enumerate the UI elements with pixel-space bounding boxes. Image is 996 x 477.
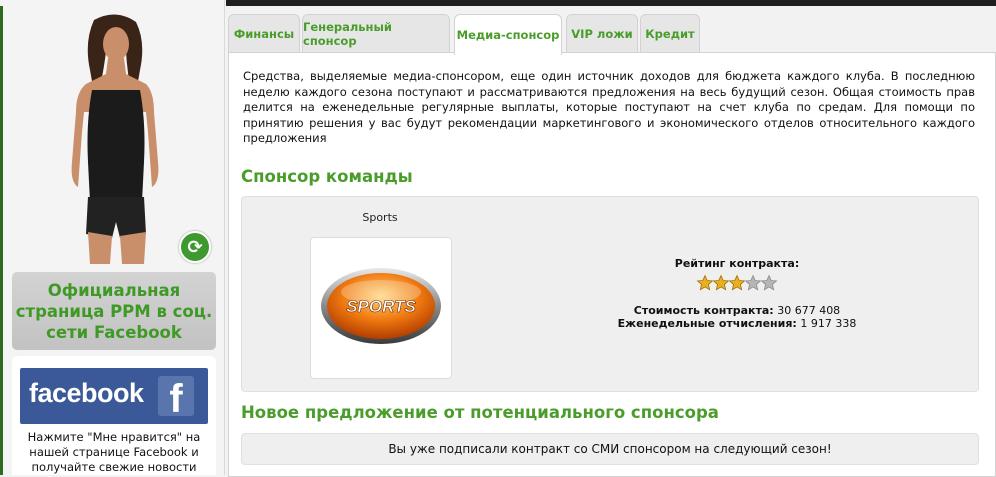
intro-text: Средства, выделяемые медиа-спонсором, ещ… — [243, 69, 975, 145]
tab-general-sponsor[interactable]: Генеральный спонсор — [302, 14, 450, 53]
offer-notice: Вы уже подписали контракт со СМИ спонсор… — [241, 433, 979, 465]
sponsor-logo-box: SPORTS — [310, 237, 452, 379]
cost-row: Стоимость контракта: 30 677 408 — [572, 304, 902, 317]
sports-logo-icon: SPORTS — [321, 268, 441, 344]
tab-media-sponsor[interactable]: Медиа-спонсор — [454, 14, 562, 55]
sponsor-section-title: Спонсор команды — [241, 167, 413, 186]
facebook-logo-text: facebook — [29, 378, 144, 408]
manager-photo — [71, 14, 159, 264]
rating-stars — [572, 274, 902, 292]
offer-section-title: Новое предложение от потенциального спон… — [241, 403, 719, 422]
facebook-f-icon: f — [158, 376, 194, 421]
tab-finances[interactable]: Финансы — [228, 14, 300, 53]
star-empty-icon — [760, 274, 778, 291]
rating-label: Рейтинг контракта: — [674, 257, 800, 270]
weekly-value: 1 917 338 — [800, 317, 857, 330]
sidebar: ⟳ Официальная страница РРМ в соц. сети F… — [0, 0, 226, 475]
tab-credit[interactable]: Кредит — [640, 14, 700, 53]
cost-label: Стоимость контракта: — [633, 304, 774, 317]
facebook-widget: facebook f Нажмите "Мне нравится" на наш… — [12, 356, 216, 475]
contract-stats: Рейтинг контракта: Стоимость контракта: … — [572, 257, 902, 330]
sponsor-logo-text: SPORTS — [346, 297, 416, 316]
cost-value: 30 677 408 — [777, 304, 841, 317]
tab-vip-boxes[interactable]: VIP ложи — [566, 14, 638, 53]
facebook-official-link[interactable]: Официальная страница РРМ в соц. сети Fac… — [12, 272, 216, 350]
tab-content: Средства, выделяемые медиа-спонсором, ещ… — [228, 52, 996, 477]
weekly-label: Еженедельные отчисления: — [617, 317, 797, 330]
sponsor-panel: Sports SPORTS Рейтинг контракта: Стоимос… — [241, 196, 979, 392]
refresh-icon[interactable]: ⟳ — [179, 231, 211, 263]
facebook-logo-button[interactable]: facebook f — [20, 368, 208, 424]
sponsor-name: Sports — [362, 211, 398, 224]
main-area: Финансы Генеральный спонсор Медиа-спонсо… — [228, 6, 996, 477]
sidebar-accent — [0, 6, 3, 475]
weekly-row: Еженедельные отчисления: 1 917 338 — [572, 317, 902, 330]
facebook-description: Нажмите "Мне нравится" на нашей странице… — [27, 430, 201, 474]
